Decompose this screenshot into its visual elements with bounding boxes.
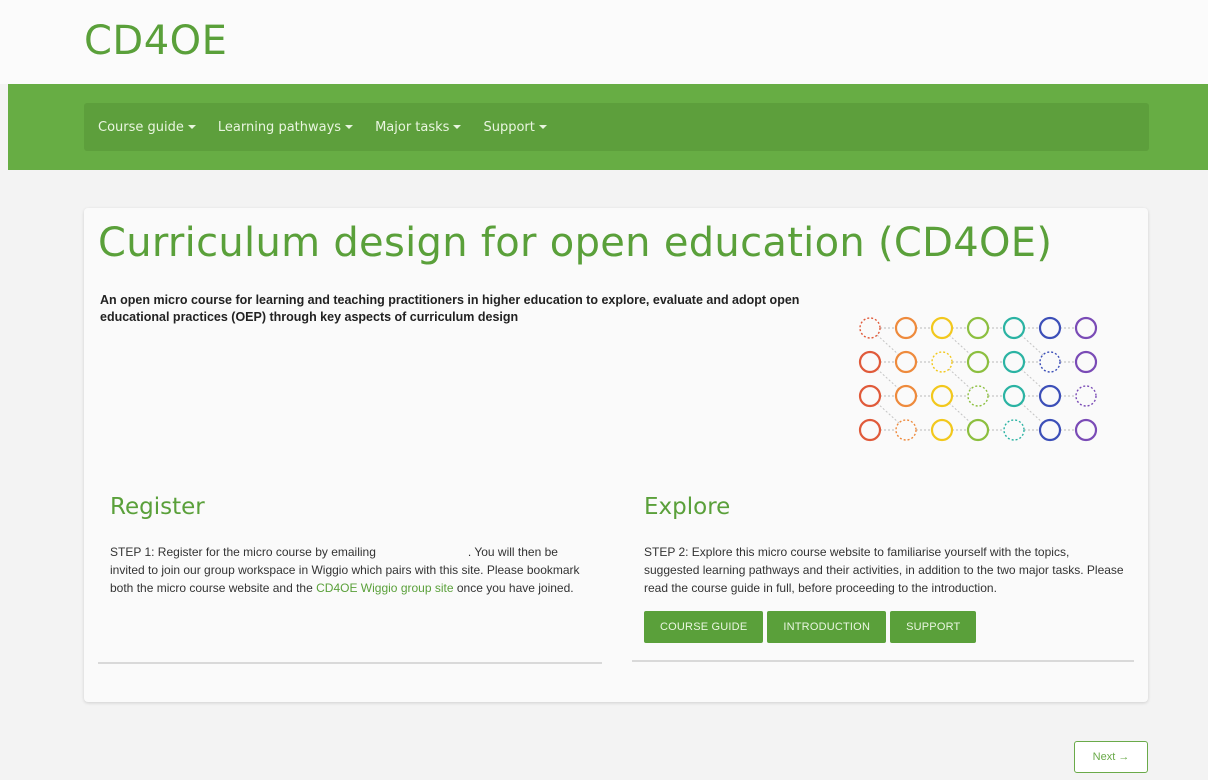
- nav-support[interactable]: Support: [483, 119, 547, 135]
- logo-connector: [948, 334, 972, 356]
- caret-down-icon: [345, 125, 354, 129]
- register-text-3: once you have joined.: [456, 581, 574, 595]
- next-button[interactable]: Next →: [1074, 741, 1148, 773]
- logo-circle: [930, 316, 954, 340]
- logo-circle: [858, 418, 882, 442]
- register-text-1: STEP 1: Register for the micro course by…: [110, 545, 376, 559]
- logo-connector: [1020, 334, 1044, 356]
- nav-support-label: Support: [483, 119, 535, 135]
- logo-circle: [894, 350, 918, 374]
- logo-circle: [894, 384, 918, 408]
- caret-down-icon: [538, 125, 547, 129]
- logo-circle: [1003, 419, 1025, 441]
- logo-circle: [1002, 316, 1026, 340]
- explore-text: STEP 2: Explore this micro course websit…: [644, 545, 1124, 595]
- logo-circle: [1074, 350, 1098, 374]
- logo-circle: [930, 418, 954, 442]
- caret-down-icon: [187, 125, 196, 129]
- site-header: CD4OE: [0, 0, 1208, 84]
- logo-circle: [894, 316, 918, 340]
- logo-circle: [966, 350, 990, 374]
- logo-connector: [948, 402, 972, 424]
- logo-circle: [1002, 384, 1026, 408]
- caret-down-icon: [453, 125, 462, 129]
- logo-circle: [858, 350, 882, 374]
- wiggio-group-link[interactable]: CD4OE Wiggio group site: [316, 581, 453, 595]
- nav-major-tasks[interactable]: Major tasks: [375, 119, 462, 135]
- nav-learning-pathways[interactable]: Learning pathways: [217, 119, 354, 135]
- logo-connector: [876, 334, 900, 356]
- explore-divider: [632, 660, 1134, 662]
- page-title: Curriculum design for open education (CD…: [98, 220, 1053, 266]
- nav-course-guide-label: Course guide: [98, 119, 184, 135]
- logo-connector: [1020, 368, 1044, 390]
- logo-circle: [1074, 418, 1098, 442]
- nav-band: Course guide Learning pathways Major tas…: [8, 84, 1208, 170]
- register-heading: Register: [110, 494, 205, 520]
- nav-major-tasks-label: Major tasks: [375, 119, 450, 135]
- logo-circle: [930, 384, 954, 408]
- register-divider: [98, 662, 602, 664]
- logo-circle: [1002, 350, 1026, 374]
- register-text: STEP 1: Register for the micro course by…: [110, 543, 590, 597]
- main-navbar: Course guide Learning pathways Major tas…: [84, 103, 1149, 151]
- logo-connector: [876, 402, 900, 424]
- logo-connector: [948, 368, 972, 390]
- logo-circle: [858, 384, 882, 408]
- course-lead: An open micro course for learning and te…: [100, 293, 800, 324]
- course-logo-icon: [858, 316, 1098, 442]
- site-brand[interactable]: CD4OE: [84, 18, 227, 64]
- course-guide-button[interactable]: COURSE GUIDE: [644, 611, 764, 643]
- logo-circle: [1038, 316, 1062, 340]
- introduction-button[interactable]: INTRODUCTION: [767, 611, 887, 643]
- logo-connector: [1020, 402, 1044, 424]
- nav-course-guide[interactable]: Course guide: [98, 120, 196, 135]
- nav-learning-pathways-label: Learning pathways: [217, 119, 342, 135]
- logo-circle: [1038, 418, 1062, 442]
- logo-circle: [966, 418, 990, 442]
- explore-buttons: COURSE GUIDE INTRODUCTION SUPPORT: [644, 611, 980, 643]
- main-card: Curriculum design for open education (CD…: [84, 208, 1148, 702]
- explore-heading: Explore: [644, 494, 731, 520]
- logo-circle: [1074, 316, 1098, 340]
- logo-circle: [1038, 384, 1062, 408]
- logo-circle: [1075, 385, 1097, 407]
- support-button[interactable]: SUPPORT: [890, 611, 977, 643]
- logo-circle: [966, 316, 990, 340]
- logo-connector: [876, 368, 900, 390]
